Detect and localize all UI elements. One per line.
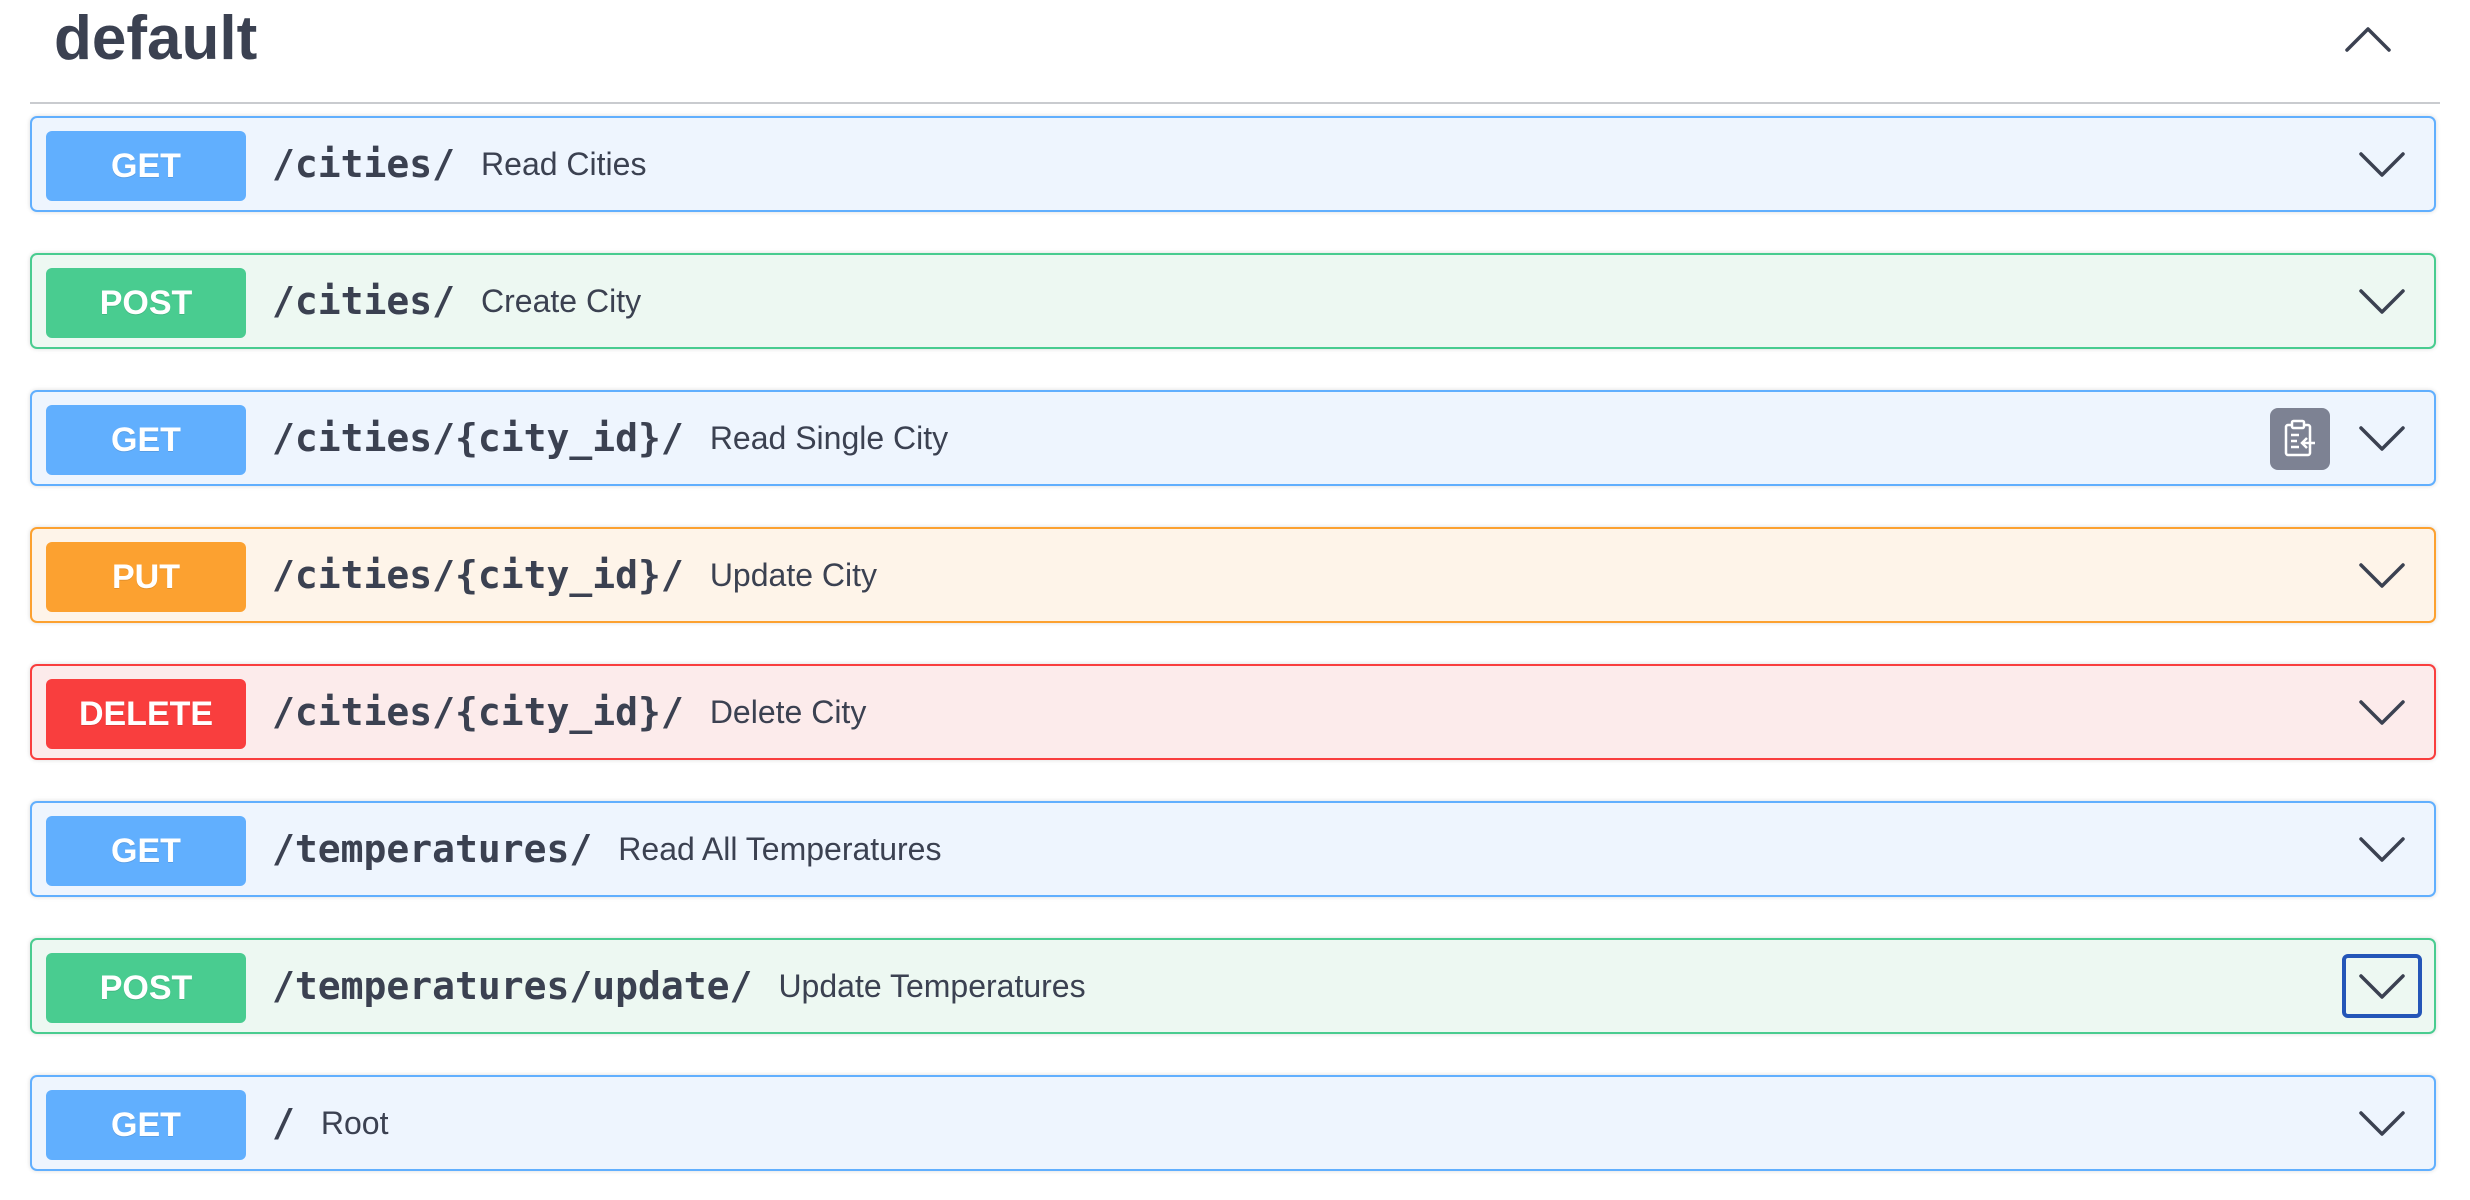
path-text: /cities/{city_id}/ bbox=[272, 553, 684, 597]
endpoint-path: /temperatures/update/ Update Temperature… bbox=[272, 940, 1086, 1032]
collapse-tag-button[interactable] bbox=[2338, 14, 2398, 64]
method-badge: GET bbox=[46, 1090, 246, 1160]
method-badge: POST bbox=[46, 268, 246, 338]
opblock-get-temperatures[interactable]: GET /temperatures/ Read All Temperatures bbox=[30, 801, 2436, 897]
endpoint-summary: Root bbox=[320, 1104, 389, 1141]
method-badge: PUT bbox=[46, 542, 246, 612]
chevron-up-icon bbox=[2345, 27, 2391, 52]
tag-title: default bbox=[54, 4, 258, 73]
expand-operation-button[interactable] bbox=[2342, 680, 2422, 744]
chevron-down-icon bbox=[2359, 1111, 2405, 1136]
path-text: / bbox=[272, 1101, 295, 1145]
opblock-put-city[interactable]: PUT /cities/{city_id}/ Update City bbox=[30, 527, 2436, 623]
endpoint-summary: Update Temperatures bbox=[778, 967, 1086, 1004]
endpoint-summary: Create City bbox=[481, 282, 642, 319]
opblock-get-cities[interactable]: GET /cities/ Read Cities bbox=[30, 116, 2436, 212]
endpoint-path: /cities/ Read Cities bbox=[272, 118, 646, 210]
endpoint-path: /cities/ Create City bbox=[272, 255, 641, 347]
method-badge: GET bbox=[46, 405, 246, 475]
chevron-down-icon bbox=[2359, 426, 2405, 451]
chevron-down-icon bbox=[2359, 289, 2405, 314]
method-badge: GET bbox=[46, 131, 246, 201]
endpoint-summary: Read All Temperatures bbox=[618, 830, 942, 867]
expand-operation-button[interactable] bbox=[2342, 1091, 2422, 1155]
chevron-down-icon bbox=[2359, 563, 2405, 588]
expand-operation-button[interactable] bbox=[2342, 132, 2422, 196]
path-text: /cities/{city_id}/ bbox=[272, 690, 684, 734]
expand-operation-button[interactable] bbox=[2342, 269, 2422, 333]
path-text: /cities/{city_id}/ bbox=[272, 416, 684, 460]
path-text: /temperatures/update/ bbox=[272, 964, 753, 1008]
method-badge: GET bbox=[46, 816, 246, 886]
chevron-down-icon bbox=[2359, 837, 2405, 862]
endpoint-path: /cities/{city_id}/ Read Single City bbox=[272, 392, 948, 484]
path-text: /cities/ bbox=[272, 142, 456, 186]
endpoint-summary: Delete City bbox=[709, 693, 867, 730]
path-text: /cities/ bbox=[272, 279, 456, 323]
endpoint-path: / Root bbox=[272, 1077, 388, 1169]
endpoint-summary: Read Single City bbox=[709, 419, 949, 456]
chevron-down-icon bbox=[2359, 974, 2405, 999]
method-badge: DELETE bbox=[46, 679, 246, 749]
endpoint-path: /cities/{city_id}/ Delete City bbox=[272, 666, 866, 758]
method-badge: POST bbox=[46, 953, 246, 1023]
endpoint-path: /cities/{city_id}/ Update City bbox=[272, 529, 877, 621]
endpoint-path: /temperatures/ Read All Temperatures bbox=[272, 803, 941, 895]
expand-operation-button[interactable] bbox=[2342, 543, 2422, 607]
expand-operation-button[interactable] bbox=[2342, 406, 2422, 470]
endpoint-summary: Update City bbox=[709, 556, 877, 593]
chevron-down-icon bbox=[2359, 152, 2405, 177]
clipboard-copy-icon bbox=[2284, 419, 2315, 457]
copy-path-button[interactable] bbox=[2270, 408, 2330, 470]
opblock-get-root[interactable]: GET / Root bbox=[30, 1075, 2436, 1171]
path-text: /temperatures/ bbox=[272, 827, 593, 871]
tag-section-header[interactable]: default bbox=[30, 0, 2440, 104]
opblock-post-temperatures-update[interactable]: POST /temperatures/update/ Update Temper… bbox=[30, 938, 2436, 1034]
opblock-delete-city[interactable]: DELETE /cities/{city_id}/ Delete City bbox=[30, 664, 2436, 760]
opblock-post-cities[interactable]: POST /cities/ Create City bbox=[30, 253, 2436, 349]
opblock-get-city[interactable]: GET /cities/{city_id}/ Read Single City bbox=[30, 390, 2436, 486]
chevron-down-icon bbox=[2359, 700, 2405, 725]
endpoint-summary: Read Cities bbox=[481, 145, 647, 182]
expand-operation-button[interactable] bbox=[2342, 954, 2422, 1018]
expand-operation-button[interactable] bbox=[2342, 817, 2422, 881]
